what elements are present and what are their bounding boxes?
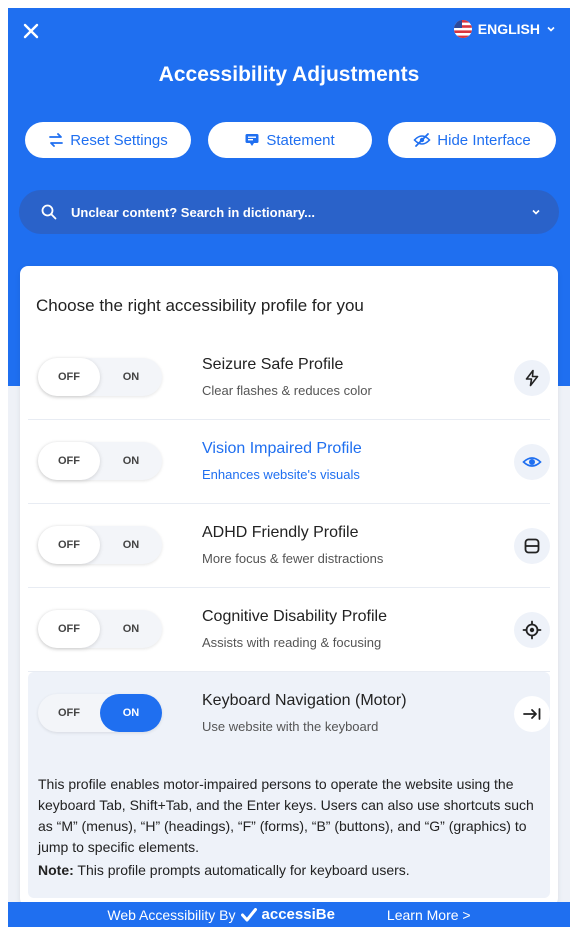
toggle-on[interactable]: ON: [100, 610, 162, 648]
toggle-on[interactable]: ON: [100, 358, 162, 396]
footer-brand: accessiBe: [261, 906, 335, 923]
cognitive-disability-toggle[interactable]: OFF ON: [38, 610, 162, 648]
toggle-off[interactable]: OFF: [38, 610, 100, 648]
chevron-down-icon: [547, 26, 555, 32]
toggle-on[interactable]: ON: [100, 442, 162, 480]
profile-description: Enhances website's visuals: [202, 467, 360, 482]
bolt-icon: [514, 360, 550, 396]
profile-name: Cognitive Disability Profile: [202, 608, 387, 625]
profile-details: This profile enables motor-impaired pers…: [38, 776, 534, 855]
statement-button[interactable]: Statement: [207, 122, 372, 158]
toggle-on[interactable]: ON: [100, 526, 162, 564]
profile-adhd-friendly: OFF ON ADHD Friendly Profile More focus …: [28, 504, 550, 588]
accessibe-check-icon: [240, 907, 257, 921]
vision-impaired-toggle[interactable]: OFF ON: [38, 442, 162, 480]
statement-label: Statement: [266, 131, 335, 149]
footer-by-label: Web Accessibility By: [107, 906, 236, 923]
footer-bar: Web Accessibility By accessiBe Learn Mor…: [8, 902, 570, 927]
language-label: ENGLISH: [477, 21, 540, 37]
header-actions: Reset Settings Statement Hide Interface: [8, 122, 570, 158]
eye-icon: [514, 444, 550, 480]
profile-note: Note: This profile prompts automatically…: [38, 862, 410, 878]
panel-title: Accessibility Adjustments: [158, 63, 420, 86]
keyboard-navigation-toggle[interactable]: OFF ON: [38, 694, 162, 732]
search-icon: [41, 204, 57, 220]
profiles-heading: Choose the right accessibility profile f…: [36, 296, 364, 315]
profile-cognitive-disability: OFF ON Cognitive Disability Profile Assi…: [28, 588, 550, 672]
profile-description: More focus & fewer distractions: [202, 551, 384, 566]
profile-name: Vision Impaired Profile: [202, 440, 362, 457]
accessibility-panel: ENGLISH Accessibility Adjustments Reset …: [8, 8, 570, 927]
us-flag-icon: [453, 20, 472, 38]
target-icon: [514, 612, 550, 648]
reset-settings-label: Reset Settings: [70, 131, 168, 149]
profile-description: Assists with reading & focusing: [202, 635, 382, 650]
profile-seizure-safe: OFF ON Seizure Safe Profile Clear flashe…: [28, 336, 550, 420]
eye-off-icon: [413, 133, 431, 147]
hide-interface-label: Hide Interface: [437, 131, 531, 149]
learn-more-link[interactable]: Learn More >: [387, 907, 471, 923]
note-text: This profile prompts automatically for k…: [73, 862, 410, 878]
profile-description: Use website with the keyboard: [202, 719, 379, 734]
profile-name: ADHD Friendly Profile: [202, 524, 359, 541]
tab-arrow-icon: [514, 696, 550, 732]
focus-frame-icon: [514, 528, 550, 564]
note-label: Note:: [38, 862, 74, 878]
chevron-down-icon: [532, 209, 540, 215]
close-icon: [23, 23, 39, 39]
profile-name: Keyboard Navigation (Motor): [202, 692, 407, 709]
seizure-safe-toggle[interactable]: OFF ON: [38, 358, 162, 396]
close-button[interactable]: [18, 18, 44, 44]
statement-icon: [245, 134, 259, 146]
search-placeholder: Unclear content? Search in dictionary...: [71, 204, 315, 220]
footer-credit[interactable]: Web Accessibility By accessiBe: [107, 906, 335, 923]
reset-arrows-icon: [49, 133, 64, 147]
toggle-off[interactable]: OFF: [38, 694, 100, 732]
profile-description: Clear flashes & reduces color: [202, 383, 372, 398]
profile-keyboard-navigation: OFF ON Keyboard Navigation (Motor) Use w…: [28, 672, 550, 898]
hide-interface-button[interactable]: Hide Interface: [388, 122, 556, 158]
adhd-friendly-toggle[interactable]: OFF ON: [38, 526, 162, 564]
profile-name: Seizure Safe Profile: [202, 356, 344, 373]
dictionary-search[interactable]: Unclear content? Search in dictionary...: [19, 190, 559, 234]
toggle-off[interactable]: OFF: [38, 526, 100, 564]
profiles-card: Choose the right accessibility profile f…: [20, 266, 558, 906]
profile-vision-impaired: OFF ON Vision Impaired Profile Enhances …: [28, 420, 550, 504]
toggle-off[interactable]: OFF: [38, 442, 100, 480]
toggle-off[interactable]: OFF: [38, 358, 100, 396]
reset-settings-button[interactable]: Reset Settings: [25, 122, 191, 158]
toggle-on[interactable]: ON: [100, 694, 162, 732]
language-selector[interactable]: ENGLISH: [453, 20, 556, 38]
